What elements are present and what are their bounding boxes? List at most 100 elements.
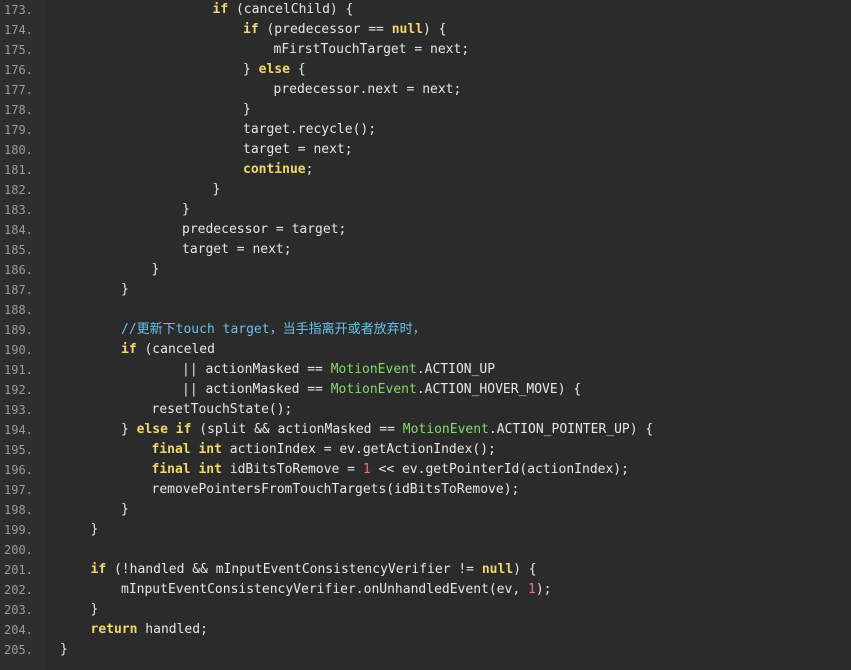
- code-line: 188.: [0, 300, 851, 320]
- code-text: target = next;: [243, 140, 353, 160]
- line-number: 188.: [4, 303, 33, 317]
- line-number: 198.: [4, 503, 33, 517]
- line-number: 177.: [4, 83, 33, 97]
- code-token: (split && actionMasked ==: [191, 422, 403, 437]
- code-token: ) {: [513, 562, 537, 577]
- code-text: removePointersFromTouchTargets(idBitsToR…: [152, 480, 520, 500]
- keyword-token: if: [90, 562, 107, 577]
- code-token: target = next;: [243, 142, 353, 157]
- code-line: 193. resetTouchState();: [0, 400, 851, 420]
- keyword-token: final int: [151, 442, 222, 457]
- line-number: 173.: [4, 3, 33, 17]
- line-number: 183.: [4, 203, 33, 217]
- code-line: 198.}: [0, 500, 851, 520]
- code-text: return handled;: [91, 620, 208, 640]
- line-number: 182.: [4, 183, 33, 197]
- code-editor: 173. if (cancelChild) { 174. if (predecesso…: [0, 0, 851, 670]
- line-number: 203.: [4, 603, 33, 617]
- line-number: 191.: [4, 363, 33, 377]
- code-line: 174. if (predecessor == null) {: [0, 20, 851, 40]
- code-text: resetTouchState();: [152, 400, 293, 420]
- line-number: 176.: [4, 63, 33, 77]
- code-line: 196. final int idBitsToRemove = 1 << ev.g…: [0, 460, 851, 480]
- code-line: 201. if (!handled && mInputEventConsisten…: [0, 560, 851, 580]
- line-number: 180.: [4, 143, 33, 157]
- line-number: 196.: [4, 463, 33, 477]
- code-line: 182.}: [0, 180, 851, 200]
- code-token: target = next;: [182, 242, 292, 257]
- code-text: predecessor.next = next;: [274, 80, 462, 100]
- line-number: 175.: [4, 43, 33, 57]
- code-line: 175. mFirstTouchTarget = next;: [0, 40, 851, 60]
- code-token: ) {: [423, 22, 447, 37]
- code-line: 192. || actionMasked == MotionEvent.ACTIO…: [0, 380, 851, 400]
- code-text: mFirstTouchTarget = next;: [274, 40, 470, 60]
- line-number: 178.: [4, 103, 33, 117]
- comment-token: //更新下touch target，当手指离开或者放弃时，: [121, 322, 426, 337]
- line-number: 181.: [4, 163, 33, 177]
- code-line: 203.}: [0, 600, 851, 620]
- code-token: idBitsToRemove =: [221, 462, 363, 477]
- code-line: 205.}: [0, 640, 851, 660]
- type-token: MotionEvent: [330, 382, 417, 397]
- code-line: 191. || actionMasked == MotionEvent.ACTIO…: [0, 360, 851, 380]
- code-token: || actionMasked ==: [182, 362, 331, 377]
- code-token: {: [289, 62, 306, 77]
- code-token: .ACTION_HOVER_MOVE) {: [416, 382, 582, 397]
- code-token: mFirstTouchTarget = next;: [273, 42, 470, 57]
- code-text: }: [91, 520, 99, 540]
- code-line: 180. target = next;: [0, 140, 851, 160]
- code-line: 190. if (canceled: [0, 340, 851, 360]
- code-text: if (canceled: [121, 340, 215, 360]
- code-text: predecessor = target;: [182, 220, 346, 240]
- number-token: 1: [362, 462, 371, 477]
- code-line: 187.}: [0, 280, 851, 300]
- code-text: }: [60, 640, 68, 660]
- line-number: 186.: [4, 263, 33, 277]
- code-token: (canceled: [136, 342, 215, 357]
- line-number: 190.: [4, 343, 33, 357]
- line-number: 200.: [4, 543, 33, 557]
- line-number: 189.: [4, 323, 33, 337]
- code-text: } else if (split && actionMasked == Moti…: [121, 420, 653, 440]
- code-token: }: [182, 202, 190, 217]
- line-number: 187.: [4, 283, 33, 297]
- code-line: 177. predecessor.next = next;: [0, 80, 851, 100]
- code-token: (!handled && mInputEventConsistencyVerif…: [106, 562, 482, 577]
- code-token: }: [121, 282, 129, 297]
- code-text: } else {: [243, 60, 306, 80]
- keyword-token: if: [121, 342, 137, 357]
- code-text: }: [121, 500, 129, 520]
- keyword-token: if: [212, 2, 229, 17]
- code-token: }: [60, 642, 68, 657]
- code-line: 204. return handled;: [0, 620, 851, 640]
- code-text: || actionMasked == MotionEvent.ACTION_UP: [182, 360, 495, 380]
- code-line: 181. continue;: [0, 160, 851, 180]
- keyword-token: continue: [243, 162, 306, 177]
- line-number: 201.: [4, 563, 33, 577]
- code-line: 173. if (cancelChild) {: [0, 0, 851, 20]
- code-text: final int actionIndex = ev.getActionInde…: [152, 440, 496, 460]
- code-text: }: [182, 200, 190, 220]
- code-token: mInputEventConsistencyVerifier.onUnhandl…: [121, 582, 528, 597]
- code-token: || actionMasked ==: [182, 382, 331, 397]
- code-token: (cancelChild) {: [228, 2, 354, 17]
- code-text: target.recycle();: [243, 120, 376, 140]
- code-line: 186.}: [0, 260, 851, 280]
- keyword-token: else: [258, 62, 290, 77]
- type-token: MotionEvent: [330, 362, 417, 377]
- keyword-token: else if: [136, 422, 192, 437]
- code-token: .ACTION_POINTER_UP) {: [488, 422, 654, 437]
- code-token: << ev.getPointerId(actionIndex);: [370, 462, 629, 477]
- code-token: }: [212, 182, 221, 197]
- code-line: 189. //更新下touch target，当手指离开或者放弃时，: [0, 320, 851, 340]
- code-line: 176. } else {: [0, 60, 851, 80]
- code-text: }: [152, 260, 160, 280]
- line-number: 184.: [4, 223, 33, 237]
- code-text: final int idBitsToRemove = 1 << ev.getPo…: [152, 460, 629, 480]
- code-line: 197. removePointersFromTouchTargets(idBit…: [0, 480, 851, 500]
- line-number: 185.: [4, 243, 33, 257]
- code-line: 195. final int actionIndex = ev.getAction…: [0, 440, 851, 460]
- code-token: }: [121, 502, 129, 517]
- code-text: || actionMasked == MotionEvent.ACTION_HO…: [182, 380, 581, 400]
